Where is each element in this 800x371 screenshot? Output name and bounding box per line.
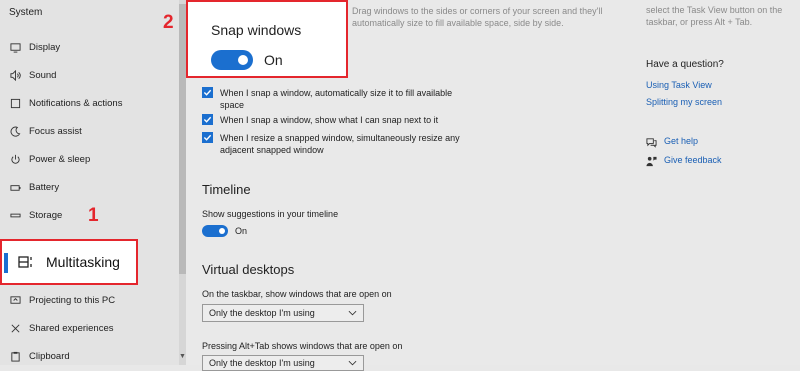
annotation-number-1: 1	[88, 205, 99, 226]
battery-icon	[9, 181, 21, 193]
have-a-question-heading: Have a question?	[646, 59, 724, 70]
display-icon	[9, 41, 21, 53]
snap-option-resize-adjacent[interactable]: When I resize a snapped window, simultan…	[202, 132, 464, 156]
sidebar-item-shared-experiences[interactable]: Shared experiences	[0, 317, 180, 339]
task-view-help-line-1: select the Task View button on the	[646, 5, 783, 15]
sidebar-item-projecting[interactable]: Projecting to this PC	[0, 289, 180, 311]
alttab-windows-dropdown[interactable]: Only the desktop I'm using	[202, 355, 364, 371]
snap-option-label: When I snap a window, show what I can sn…	[220, 115, 439, 125]
checkbox-checked-icon[interactable]	[202, 114, 213, 125]
snap-option-label: When I resize a snapped window, simultan…	[220, 133, 460, 155]
snap-windows-toggle[interactable]	[211, 50, 253, 70]
sidebar-item-power[interactable]: Power & sleep	[0, 148, 180, 170]
sidebar-item-label: Notifications & actions	[29, 97, 123, 109]
taskbar-windows-dropdown[interactable]: Only the desktop I'm using	[202, 304, 364, 322]
sidebar-item-label: Focus assist	[29, 125, 82, 137]
chevron-down-icon	[348, 310, 357, 316]
sidebar-item-label: Clipboard	[29, 350, 70, 362]
virtual-desktops-heading: Virtual desktops	[202, 262, 295, 277]
power-icon	[9, 153, 21, 165]
sidebar-item-label: Sound	[29, 69, 57, 81]
snap-option-label: When I snap a window, automatically size…	[220, 88, 453, 110]
sidebar-item-label: Power & sleep	[29, 153, 91, 165]
sidebar-item-sound[interactable]: Sound	[0, 64, 180, 86]
storage-icon	[9, 209, 21, 221]
get-help-link[interactable]: Get help	[646, 135, 698, 148]
checkbox-checked-icon[interactable]	[202, 87, 213, 98]
notifications-icon	[9, 97, 21, 109]
chevron-down-icon	[348, 360, 357, 366]
annotation-number-2: 2	[163, 12, 174, 33]
projecting-icon	[9, 294, 21, 306]
sound-icon	[9, 69, 21, 81]
snap-description-line-2: automatically size to fill available spa…	[352, 18, 564, 28]
snap-option-show-next[interactable]: When I snap a window, show what I can sn…	[202, 114, 482, 126]
give-feedback-link[interactable]: Give feedback	[646, 154, 722, 167]
sidebar-item-clipboard[interactable]: Clipboard	[0, 345, 180, 367]
timeline-toggle[interactable]: On	[202, 225, 247, 237]
sidebar-item-label: Battery	[29, 181, 60, 193]
feedback-person-icon	[646, 154, 657, 167]
clipboard-icon	[9, 350, 21, 362]
toggle-switch[interactable]	[202, 225, 228, 237]
sidebar-item-label: Shared experiences	[29, 322, 114, 334]
sidebar-item-notifications[interactable]: Notifications & actions	[0, 92, 180, 114]
related-panel	[630, 0, 800, 365]
sidebar-item-display[interactable]: Display	[0, 36, 180, 58]
taskbar-windows-label: On the taskbar, show windows that are op…	[202, 289, 392, 299]
sidebar-item-multitasking[interactable]: Multitasking	[0, 239, 138, 285]
sidebar-item-label: Multitasking	[46, 254, 120, 270]
focus-assist-icon	[9, 125, 21, 137]
checkbox-checked-icon[interactable]	[202, 132, 213, 143]
timeline-heading: Timeline	[202, 182, 251, 197]
dropdown-value: Only the desktop I'm using	[209, 358, 315, 368]
link-splitting-my-screen[interactable]: Splitting my screen	[646, 97, 722, 107]
sidebar-title: System	[9, 7, 43, 18]
snap-description-line-1: Drag windows to the sides or corners of …	[352, 6, 603, 16]
multitasking-icon	[18, 254, 34, 270]
alttab-windows-label: Pressing Alt+Tab shows windows that are …	[202, 341, 403, 351]
timeline-toggle-state: On	[235, 226, 248, 236]
snap-windows-toggle-state: On	[264, 52, 283, 68]
sidebar-item-label: Projecting to this PC	[29, 294, 116, 306]
dropdown-value: Only the desktop I'm using	[209, 308, 315, 318]
sidebar-item-battery[interactable]: Battery	[0, 176, 180, 198]
scroll-down-arrow-icon[interactable]: ▼	[179, 352, 186, 362]
sidebar-item-label: Storage	[29, 209, 63, 221]
shared-experiences-icon	[9, 322, 21, 334]
selected-indicator	[4, 253, 8, 273]
sidebar-scroll-thumb[interactable]	[179, 4, 186, 274]
snap-option-autosize[interactable]: When I snap a window, automatically size…	[202, 87, 462, 111]
task-view-help-line-2: taskbar, or press Alt + Tab.	[646, 17, 753, 27]
sidebar-item-label: Display	[29, 41, 61, 53]
help-chat-icon	[646, 135, 657, 148]
link-using-task-view[interactable]: Using Task View	[646, 80, 712, 90]
sidebar-item-focus-assist[interactable]: Focus assist	[0, 120, 180, 142]
snap-windows-title: Snap windows	[211, 22, 302, 38]
snap-windows-highlight: Snap windows On	[186, 0, 348, 78]
timeline-suggestions-label: Show suggestions in your timeline	[202, 209, 339, 219]
